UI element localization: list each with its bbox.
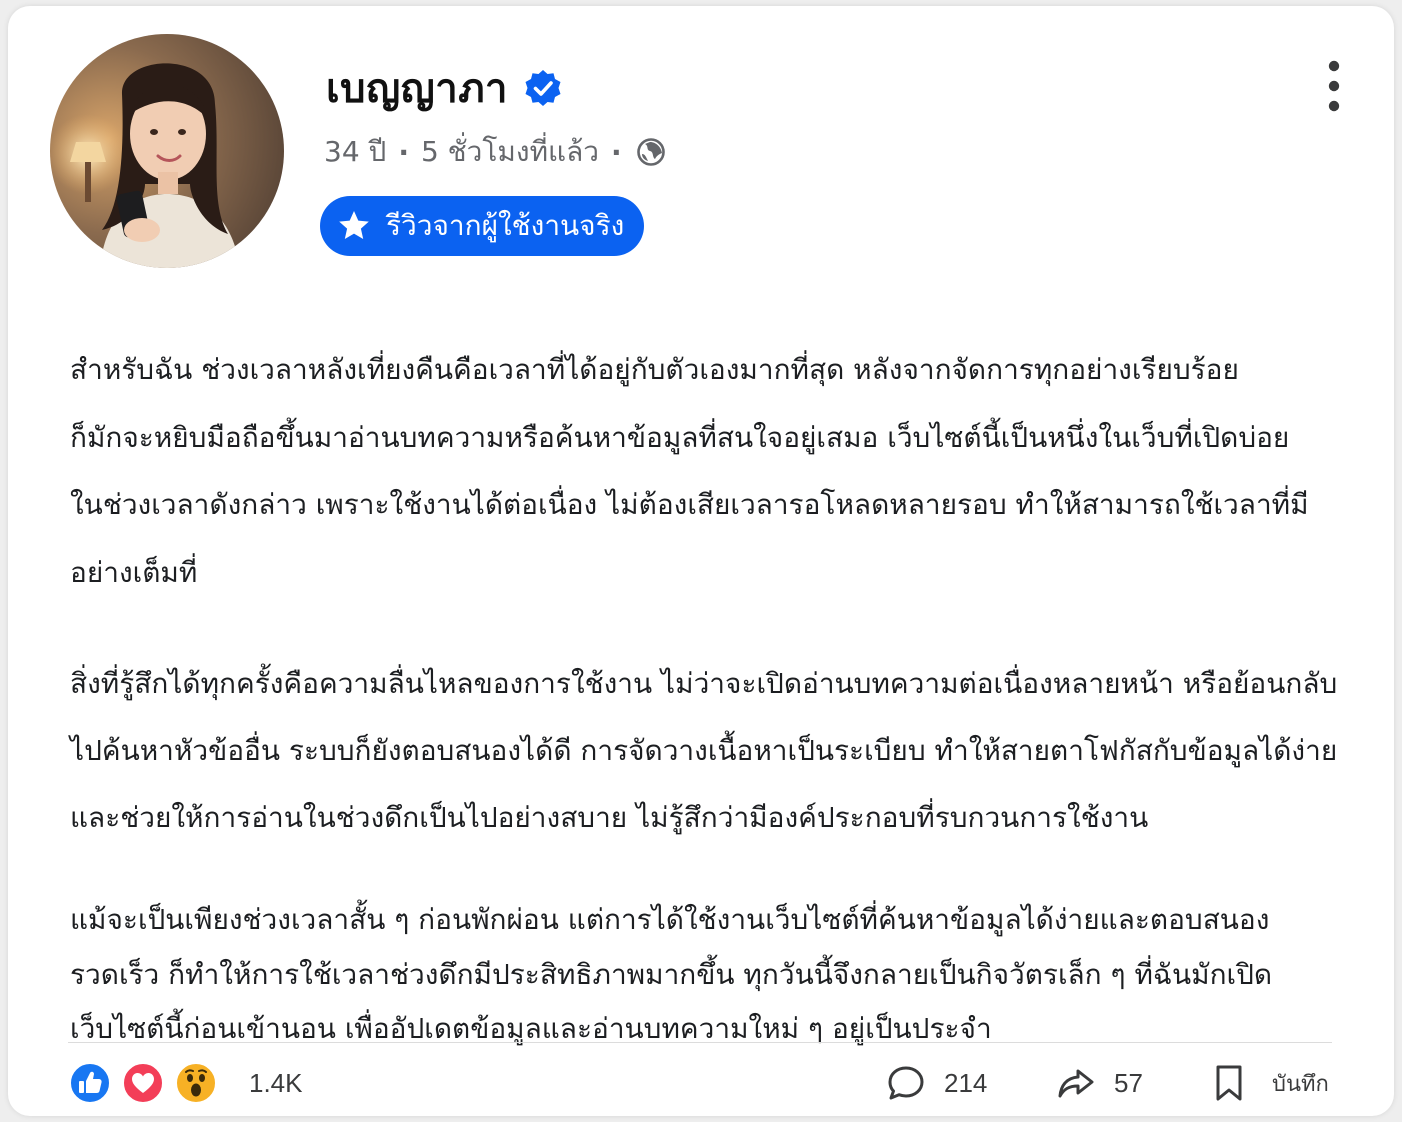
share-button[interactable]: 57: [1056, 1060, 1143, 1106]
bookmark-icon: [1216, 1065, 1242, 1101]
comment-icon: [888, 1066, 924, 1100]
verified-review-badge[interactable]: รีวิวจากผู้ใช้งานจริง: [320, 196, 645, 256]
badge-label: รีวิวจากผู้ใช้งานจริง: [386, 209, 625, 242]
author-row: เบญญาภา: [326, 62, 562, 114]
author-age: 34 ปี: [324, 135, 387, 168]
post-paragraph: แม้จะเป็นเพียงช่วงเวลาสั้น ๆ ก่อนพักผ่อน…: [70, 903, 1273, 1045]
verified-badge-icon: [524, 69, 562, 107]
post-body: สำหรับฉัน ช่วงเวลาหลังเที่ยงคืนคือเวลาที…: [70, 336, 1360, 1057]
post-paragraph: สิ่งที่รู้สึกได้ทุกครั้งคือความลื่นไหลขอ…: [70, 667, 1338, 834]
share-count: 57: [1114, 1067, 1143, 1098]
love-icon: [121, 1061, 165, 1105]
save-button[interactable]: บันทึก: [1214, 1060, 1329, 1106]
post-meta: 34 ปี · 5 ชั่วโมงที่แล้ว ·: [324, 132, 666, 172]
reaction-count[interactable]: 1.4K: [249, 1068, 303, 1099]
meta-separator: ·: [610, 135, 622, 169]
author-name[interactable]: เบญญาภา: [326, 56, 508, 120]
avatar[interactable]: [50, 34, 284, 268]
save-label: บันทึก: [1272, 1071, 1329, 1097]
post-time[interactable]: 5 ชั่วโมงที่แล้ว: [421, 130, 599, 174]
comment-count: 214: [944, 1067, 988, 1098]
post-card: เบญญาภา 34 ปี · 5 ชั่วโมงที่แล้ว · รีวิว: [8, 6, 1394, 1116]
globe-icon[interactable]: [636, 137, 666, 167]
reactions-summary[interactable]: 1.4K: [68, 1060, 303, 1106]
post-footer: 1.4K 214 57 บันทึก: [68, 1056, 1332, 1112]
post-paragraph: สำหรับฉัน ช่วงเวลาหลังเที่ยงคืนคือเวลาที…: [70, 353, 1309, 589]
wow-icon: [174, 1061, 218, 1105]
more-vertical-icon[interactable]: [1322, 58, 1346, 114]
comment-button[interactable]: 214: [886, 1060, 987, 1106]
footer-divider: [68, 1042, 1332, 1043]
like-icon: [68, 1061, 112, 1105]
meta-separator: ·: [398, 135, 409, 169]
share-icon: [1058, 1069, 1094, 1098]
star-icon: [336, 208, 372, 244]
